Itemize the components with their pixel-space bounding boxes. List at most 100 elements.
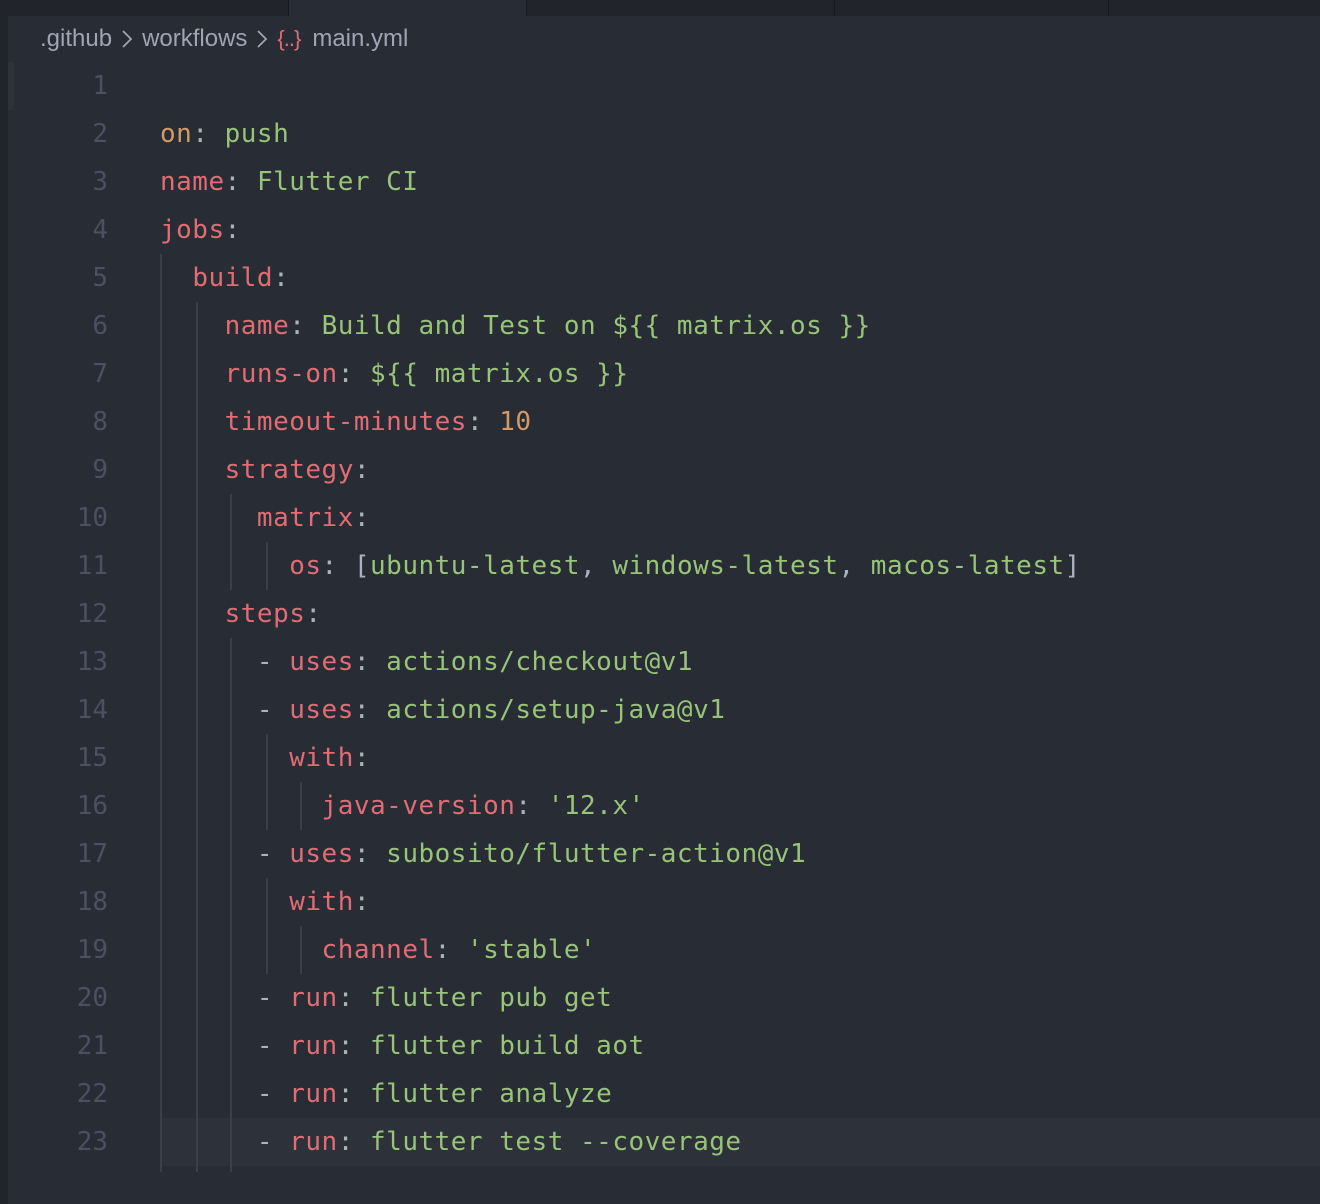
code-token: Build and Test on ${{ matrix.os }} [321,311,871,341]
code-token: flutter build aot [370,1031,645,1061]
code-line[interactable]: 11 os: [ubuntu-latest, windows-latest, m… [8,542,1320,590]
line-number: 4 [92,215,108,245]
code-line[interactable]: 13 - uses: actions/checkout@v1 [8,638,1320,686]
code-token: on [160,119,193,149]
code-line[interactable]: 1 [8,62,1320,110]
code-line[interactable]: 6 name: Build and Test on ${{ matrix.os … [8,302,1320,350]
code-token: run [289,1079,338,1109]
code-text: os: [ubuntu-latest, windows-latest, maco… [160,542,1081,590]
code-line[interactable]: 16 java-version: '12.x' [8,782,1320,830]
line-number: 13 [76,647,108,677]
code-line[interactable]: 12 steps: [8,590,1320,638]
code-token: - [256,1127,290,1157]
code-token: : [ [321,551,371,581]
code-token: run [289,983,338,1013]
code-line[interactable]: 14 - uses: actions/setup-java@v1 [8,686,1320,734]
code-line[interactable]: 8 timeout-minutes: 10 [8,398,1320,446]
line-number: 1 [92,71,108,101]
code-token: build [192,263,274,293]
code-line[interactable]: 9 strategy: [8,446,1320,494]
code-token: ${{ matrix.os }} [370,359,629,389]
breadcrumb-item-github[interactable]: .github [40,25,112,53]
activity-edge [0,0,8,1204]
code-token: name [160,167,225,197]
code-line[interactable]: 20 - run: flutter pub get [8,974,1320,1022]
code-line[interactable]: 18 with: [8,878,1320,926]
code-token: : [353,503,370,533]
line-number: 3 [92,167,108,197]
code-token: 10 [499,407,532,437]
code-token: macos-latest [870,551,1065,581]
code-editor[interactable]: 23 - run: flutter test --coverage 22 - ru… [8,62,1320,1172]
code-token: subosito/flutter-action@v1 [386,839,807,869]
code-token: flutter test --coverage [370,1127,742,1157]
code-token: with [289,743,354,773]
code-text: channel: 'stable' [160,926,596,974]
code-token: push [224,119,290,149]
code-text: jobs: [160,206,241,254]
code-token: : [337,1079,371,1109]
code-token: , [838,551,871,581]
code-text: - uses: actions/checkout@v1 [160,638,693,686]
code-line[interactable]: 7 runs-on: ${{ matrix.os }} [8,350,1320,398]
code-line[interactable]: 15 with: [8,734,1320,782]
indent-guide [266,734,268,830]
line-number: 21 [76,1031,108,1061]
code-text: runs-on: ${{ matrix.os }} [160,350,628,398]
line-number: 12 [76,599,108,629]
tab-strip [0,0,1320,16]
code-line[interactable]: 21 - run: flutter build aot [8,1022,1320,1070]
code-line[interactable]: 23 - run: flutter test --coverage [8,1118,1320,1166]
breadcrumb-item-file[interactable]: main.yml [312,25,408,53]
code-token: '12.x' [547,791,645,821]
code-text: timeout-minutes: 10 [160,398,532,446]
code-text: - uses: subosito/flutter-action@v1 [160,830,806,878]
code-line[interactable]: 5 build: [8,254,1320,302]
code-token: : [353,887,371,917]
tab[interactable] [526,0,834,16]
code-token: matrix [256,503,354,533]
code-token: - [256,695,290,725]
code-token: - [256,983,290,1013]
yaml-file-icon: {..} [277,26,301,51]
code-token: : [305,599,322,629]
code-line[interactable]: 17 - uses: subosito/flutter-action@v1 [8,830,1320,878]
code-line[interactable]: 10 matrix: [8,494,1320,542]
code-text: - run: flutter build aot [160,1022,645,1070]
code-text: name: Flutter CI [160,158,418,206]
indent-guide [266,542,268,590]
code-line[interactable]: 19 channel: 'stable' [8,926,1320,974]
tab[interactable] [834,0,1108,16]
code-text: - run: flutter analyze [160,1070,612,1118]
code-token: with [289,887,354,917]
code-line[interactable]: 22 - run: flutter analyze [8,1070,1320,1118]
tab[interactable] [1108,0,1320,16]
chevron-right-icon [247,22,277,56]
line-number: 9 [92,455,108,485]
code-line[interactable]: 3 name: Flutter CI [8,158,1320,206]
code-token: flutter pub get [370,983,613,1013]
code-line[interactable]: 2 on: push [8,110,1320,158]
breadcrumb-item-workflows[interactable]: workflows [142,25,247,53]
code-text: with: [160,878,370,926]
code-line[interactable]: 4 jobs: [8,206,1320,254]
code-token: ubuntu-latest [370,551,581,581]
code-token: : [192,119,225,149]
code-token: run [289,1031,338,1061]
code-token: : [353,455,371,485]
tab-main-yml[interactable] [288,0,526,16]
indent-guide [266,878,268,974]
line-number: 22 [76,1079,108,1109]
code-token: : [337,1127,371,1157]
line-number: 8 [92,407,108,437]
indent-guide [300,926,302,974]
code-token: runs-on [224,359,338,389]
